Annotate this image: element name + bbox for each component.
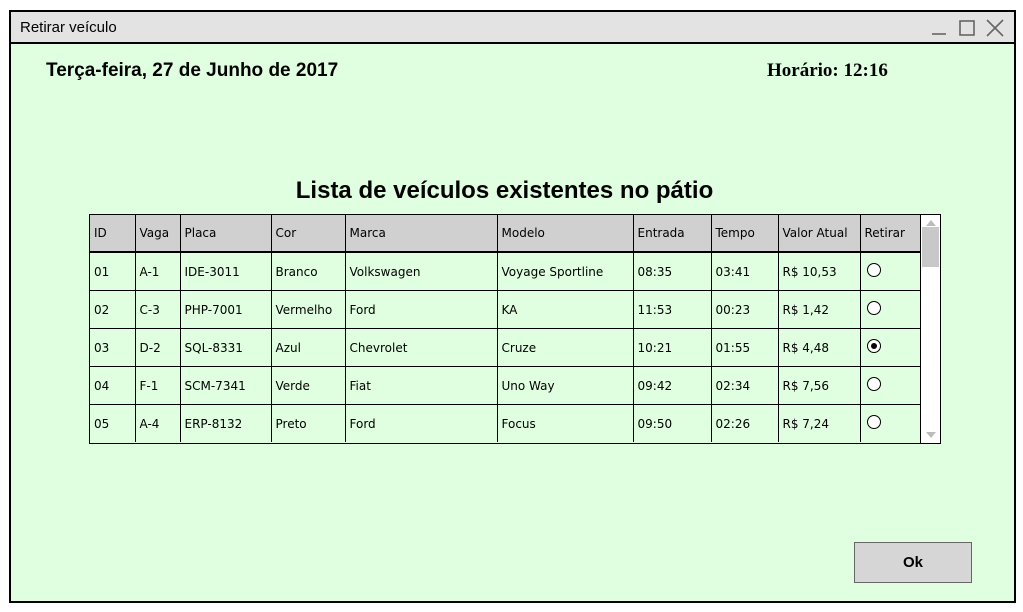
retirar-radio[interactable] (866, 415, 881, 429)
column-header-valor-atual[interactable]: Valor Atual (777, 215, 861, 253)
cell-entrada: 09:42 (632, 366, 712, 405)
triangle-down-icon (925, 432, 936, 438)
title-bar: Retirar veículo (11, 12, 1014, 44)
column-header-cor[interactable]: Cor (270, 215, 346, 253)
table-row[interactable]: 04 F-1 SCM-7341 Verde Fiat Uno Way 09:42… (90, 366, 921, 405)
window-controls (928, 17, 1006, 39)
maximize-button[interactable] (956, 17, 978, 39)
cell-marca: Ford (344, 290, 498, 329)
cell-modelo: Voyage Sportline (496, 251, 634, 291)
window-title: Retirar veículo (20, 19, 117, 36)
cell-marca: Volkswagen (344, 251, 498, 291)
cell-modelo: Focus (496, 404, 634, 442)
cell-modelo: Uno Way (496, 366, 634, 405)
cell-vaga: D-2 (134, 328, 181, 367)
scroll-down-button[interactable] (921, 429, 940, 441)
table-row[interactable]: 05 A-4 ERP-8132 Preto Ford Focus 09:50 0… (90, 404, 921, 442)
minimize-button[interactable] (928, 17, 950, 39)
retirar-veiculo-window: Retirar veículo Terça-feira, 27 de Junho… (9, 10, 1016, 603)
cell-retirar (859, 290, 921, 329)
cell-cor: Vermelho (270, 290, 346, 329)
cell-placa: PHP-7001 (179, 290, 272, 329)
retirar-radio[interactable] (866, 339, 881, 353)
cell-cor: Verde (270, 366, 346, 405)
scroll-thumb[interactable] (922, 227, 939, 267)
column-header-vaga[interactable]: Vaga (134, 215, 181, 253)
cell-id: 02 (90, 290, 136, 329)
cell-entrada: 08:35 (632, 251, 712, 291)
cell-id: 01 (90, 251, 136, 291)
table-row[interactable]: 03 D-2 SQL-8331 Azul Chevrolet Cruze 10:… (90, 328, 921, 367)
cell-modelo: KA (496, 290, 634, 329)
cell-valor-atual: R$ 10,53 (777, 251, 861, 291)
cell-retirar (859, 251, 921, 291)
cell-entrada: 10:21 (632, 328, 712, 367)
cell-vaga: F-1 (134, 366, 181, 405)
close-button[interactable] (984, 17, 1006, 39)
minimize-icon (932, 33, 946, 35)
cell-tempo: 01:55 (710, 328, 779, 367)
current-time: Horário: 12:16 (767, 60, 888, 81)
column-header-id[interactable]: ID (90, 215, 136, 253)
cell-valor-atual: R$ 7,56 (777, 366, 861, 405)
cell-retirar (859, 404, 921, 442)
ok-button[interactable]: Ok (854, 542, 972, 583)
retirar-radio[interactable] (866, 263, 881, 277)
cell-retirar (859, 328, 921, 367)
cell-placa: ERP-8132 (179, 404, 272, 442)
cell-valor-atual: R$ 1,42 (777, 290, 861, 329)
column-header-marca[interactable]: Marca (344, 215, 498, 253)
column-header-placa[interactable]: Placa (179, 215, 272, 253)
triangle-up-icon (925, 220, 936, 226)
cell-tempo: 02:26 (710, 404, 779, 442)
cell-id: 04 (90, 366, 136, 405)
cell-entrada: 09:50 (632, 404, 712, 442)
current-date: Terça-feira, 27 de Junho de 2017 (46, 60, 339, 81)
cell-vaga: A-4 (134, 404, 181, 442)
cell-valor-atual: R$ 4,48 (777, 328, 861, 367)
vehicles-table-container: ID Vaga Placa Cor Marca Modelo Entrada T… (89, 214, 941, 444)
window-content: Terça-feira, 27 de Junho de 2017 Horário… (11, 44, 1014, 601)
cell-placa: SQL-8331 (179, 328, 272, 367)
cell-marca: Chevrolet (344, 328, 498, 367)
cell-id: 05 (90, 404, 136, 442)
close-icon (986, 19, 1004, 37)
vehicles-table: ID Vaga Placa Cor Marca Modelo Entrada T… (90, 215, 921, 442)
cell-placa: SCM-7341 (179, 366, 272, 405)
cell-vaga: C-3 (134, 290, 181, 329)
cell-cor: Azul (270, 328, 346, 367)
cell-entrada: 11:53 (632, 290, 712, 329)
table-row[interactable]: 02 C-3 PHP-7001 Vermelho Ford KA 11:53 0… (90, 290, 921, 329)
maximize-icon (959, 20, 975, 36)
table-row[interactable]: 01 A-1 IDE-3011 Branco Volkswagen Voyage… (90, 251, 921, 291)
table-header-row: ID Vaga Placa Cor Marca Modelo Entrada T… (90, 215, 921, 253)
column-header-retirar[interactable]: Retirar (859, 215, 921, 253)
column-header-entrada[interactable]: Entrada (632, 215, 712, 253)
cell-id: 03 (90, 328, 136, 367)
cell-marca: Ford (344, 404, 498, 442)
cell-cor: Branco (270, 251, 346, 291)
cell-marca: Fiat (344, 366, 498, 405)
list-title: Lista de veículos existentes no pátio (295, 177, 714, 204)
cell-valor-atual: R$ 7,24 (777, 404, 861, 442)
cell-tempo: 00:23 (710, 290, 779, 329)
cell-cor: Preto (270, 404, 346, 442)
cell-vaga: A-1 (134, 251, 181, 291)
column-header-tempo[interactable]: Tempo (710, 215, 779, 253)
cell-modelo: Cruze (496, 328, 634, 367)
cell-tempo: 02:34 (710, 366, 779, 405)
cell-placa: IDE-3011 (179, 251, 272, 291)
cell-tempo: 03:41 (710, 251, 779, 291)
column-header-modelo[interactable]: Modelo (496, 215, 634, 253)
cell-retirar (859, 366, 921, 405)
table-scrollbar[interactable] (920, 215, 940, 443)
retirar-radio[interactable] (866, 377, 881, 391)
retirar-radio[interactable] (866, 301, 881, 315)
